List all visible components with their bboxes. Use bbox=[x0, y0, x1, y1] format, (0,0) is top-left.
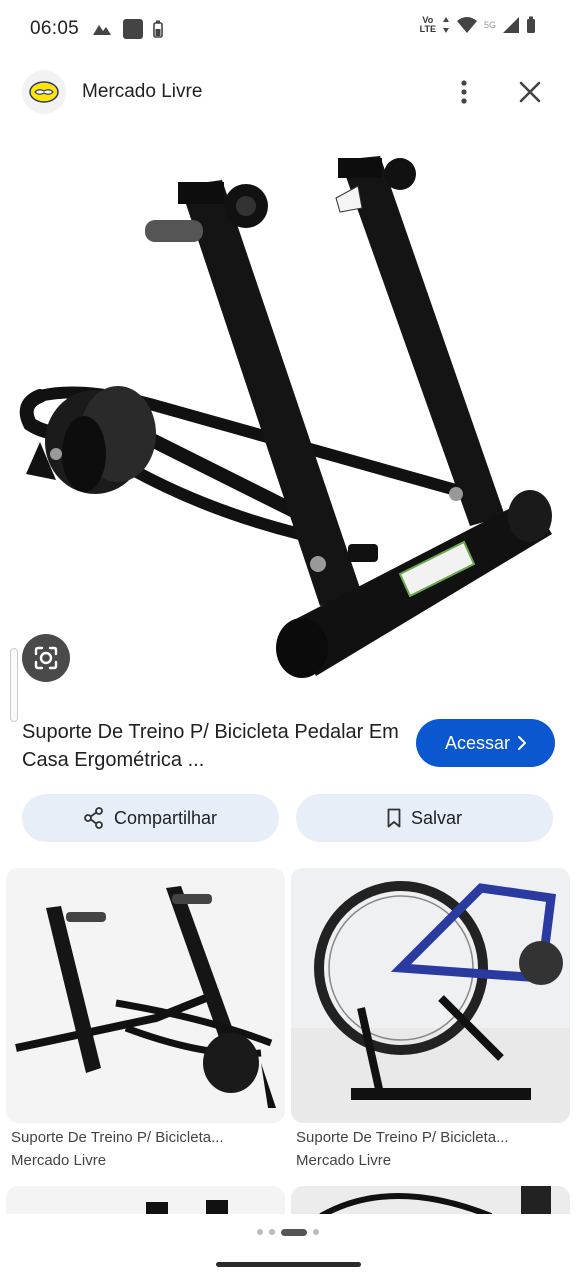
result-header: Mercado Livre bbox=[0, 62, 576, 122]
volte-indicator: Vo LTE bbox=[419, 15, 436, 34]
more-vert-icon bbox=[461, 80, 467, 104]
scroll-indicator bbox=[10, 648, 18, 722]
related-source: Mercado Livre bbox=[296, 1152, 392, 1169]
close-button[interactable] bbox=[514, 76, 546, 108]
related-source: Mercado Livre bbox=[11, 1152, 107, 1169]
app-notification-icon bbox=[123, 19, 144, 39]
share-icon bbox=[84, 807, 103, 829]
lens-icon bbox=[34, 646, 58, 670]
signal-icon bbox=[503, 17, 519, 33]
thumbnail-peek bbox=[146, 1200, 228, 1216]
page-dot bbox=[269, 1229, 275, 1235]
chevron-right-icon bbox=[518, 736, 527, 750]
visit-button[interactable]: Acessar bbox=[416, 719, 555, 767]
related-result-card-peek[interactable] bbox=[291, 1186, 570, 1216]
share-button-label: Compartilhar bbox=[113, 807, 218, 828]
thumbnail-peek bbox=[319, 1186, 551, 1216]
related-title[interactable]: Suporte De Treino P/ Bicicleta... bbox=[291, 1129, 570, 1146]
data-arrows-icon bbox=[442, 17, 449, 33]
bike-trainer-thumbnail bbox=[6, 868, 285, 1123]
status-notification-icons bbox=[91, 19, 163, 39]
gesture-nav-handle[interactable] bbox=[216, 1262, 361, 1267]
related-result-card[interactable]: Suporte De Treino P/ Bicicleta... Mercad… bbox=[6, 868, 285, 1169]
product-title[interactable]: Suporte De Treino P/ Bicicleta Pedalar E… bbox=[22, 718, 402, 774]
bike-on-trainer-thumbnail bbox=[291, 868, 570, 1123]
bike-trainer-stand-image bbox=[19, 156, 552, 678]
page-dot bbox=[257, 1229, 263, 1235]
battery-saver-icon bbox=[153, 20, 163, 38]
page-dot bbox=[313, 1229, 319, 1235]
share-button[interactable]: Compartilhar bbox=[22, 794, 279, 842]
save-button[interactable]: Salvar bbox=[296, 794, 553, 842]
save-button-label: Salvar bbox=[410, 807, 463, 828]
status-system-icons: Vo LTE 5G bbox=[420, 16, 536, 34]
more-options-button[interactable] bbox=[450, 76, 478, 108]
related-result-card-peek[interactable] bbox=[6, 1186, 285, 1216]
site-name[interactable]: Mercado Livre bbox=[82, 81, 202, 103]
related-title[interactable]: Suporte De Treino P/ Bicicleta... bbox=[6, 1129, 285, 1146]
lens-search-button[interactable] bbox=[22, 634, 70, 682]
bookmark-icon bbox=[387, 808, 401, 828]
wifi-icon bbox=[456, 17, 477, 33]
status-time: 06:05 bbox=[30, 18, 80, 39]
handshake-logo-icon bbox=[29, 81, 59, 103]
battery-icon bbox=[527, 16, 535, 33]
related-image[interactable] bbox=[291, 868, 570, 1123]
related-result-card[interactable]: Suporte De Treino P/ Bicicleta... Mercad… bbox=[291, 868, 570, 1169]
network-5g-label: 5G bbox=[483, 20, 496, 30]
status-bar: 06:05 Vo LTE 5G bbox=[0, 0, 576, 58]
page-dot-active bbox=[281, 1228, 307, 1236]
close-icon bbox=[519, 81, 541, 103]
cloud-notification-icon bbox=[93, 25, 112, 35]
related-image[interactable] bbox=[6, 868, 285, 1123]
page-indicator bbox=[0, 1222, 576, 1242]
product-image[interactable] bbox=[0, 124, 576, 708]
visit-button-label: Acessar bbox=[444, 732, 511, 753]
site-logo[interactable] bbox=[22, 70, 66, 114]
